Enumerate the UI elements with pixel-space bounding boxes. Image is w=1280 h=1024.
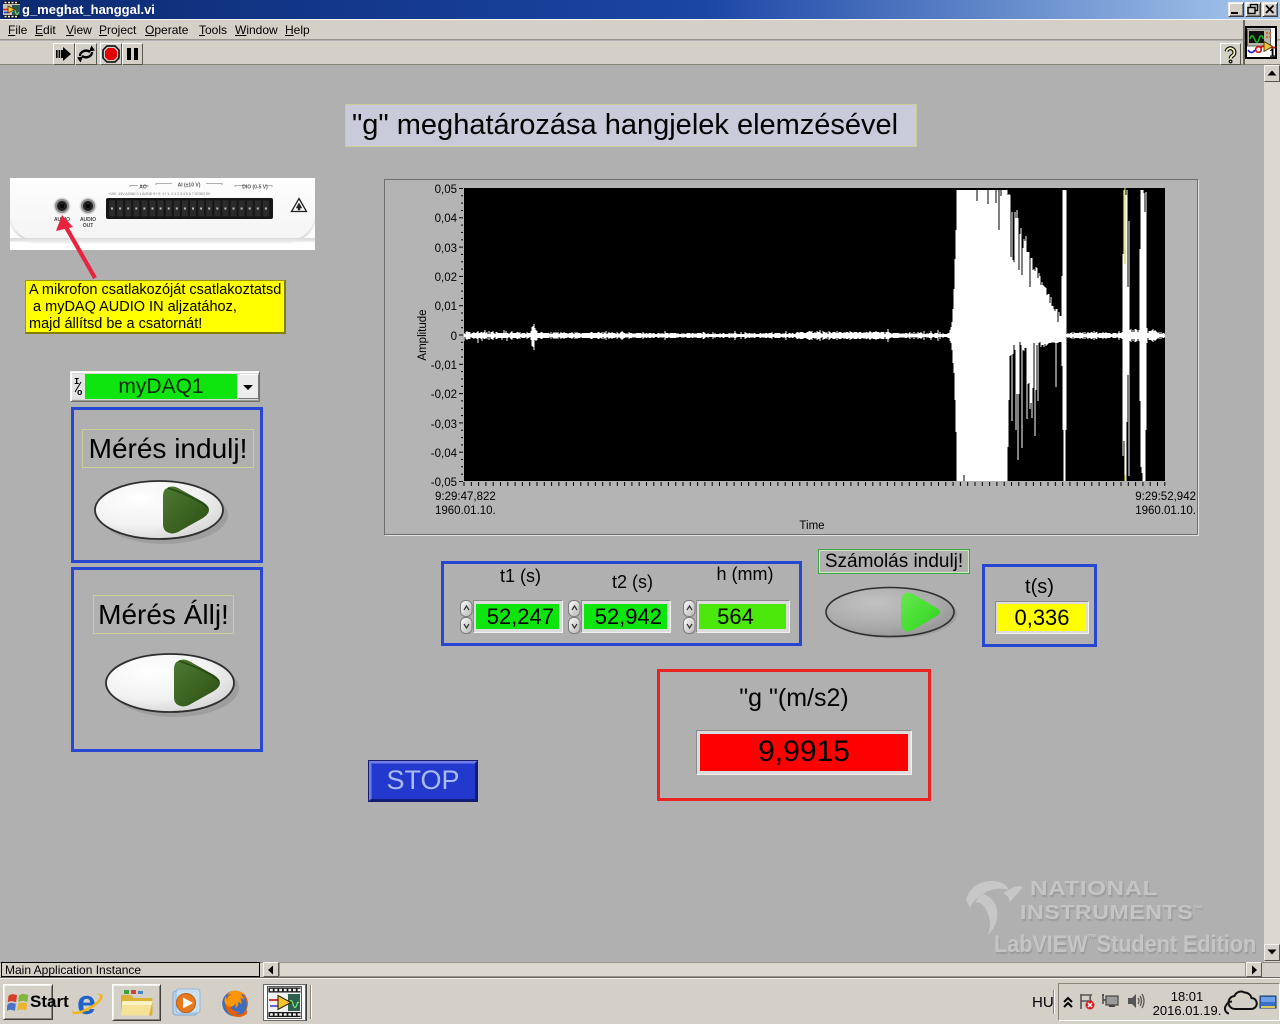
svg-text:+15V -15V AGND 0 1 AGND 0+ 0: +15V -15V AGND 0 1 AGND 0+ 0- 1+ 1- 0 1 … [108, 192, 211, 196]
svg-text:9:29:52,942: 9:29:52,942 [1135, 491, 1196, 503]
svg-text:Time: Time [799, 520, 824, 532]
svg-text:1960.01.10.: 1960.01.10. [435, 505, 496, 517]
svg-text:1960.01.10.: 1960.01.10. [1135, 505, 1196, 517]
svg-text:0,03: 0,03 [435, 243, 457, 255]
svg-text:AO: AO [139, 185, 147, 191]
svg-text:-0,01: -0,01 [431, 360, 457, 372]
svg-text:0,04: 0,04 [435, 213, 458, 225]
svg-text:0,01: 0,01 [435, 301, 457, 313]
svg-text:0,05: 0,05 [435, 184, 457, 196]
svg-text:0,02: 0,02 [435, 272, 457, 284]
svg-text:AI (±10 V): AI (±10 V) [178, 183, 201, 189]
svg-text:-0,04: -0,04 [431, 448, 458, 460]
svg-text:Amplitude: Amplitude [417, 309, 429, 360]
svg-text:-0,03: -0,03 [431, 419, 457, 431]
svg-text:e: e [77, 987, 96, 1019]
svg-text:0: 0 [451, 331, 457, 343]
svg-text:DIO (0-5 V): DIO (0-5 V) [242, 185, 268, 191]
svg-text:-0,05: -0,05 [431, 477, 457, 489]
svg-text:9:29:47,822: 9:29:47,822 [435, 491, 496, 503]
svg-text:o: o [77, 388, 82, 398]
svg-text:-0,02: -0,02 [431, 389, 457, 401]
